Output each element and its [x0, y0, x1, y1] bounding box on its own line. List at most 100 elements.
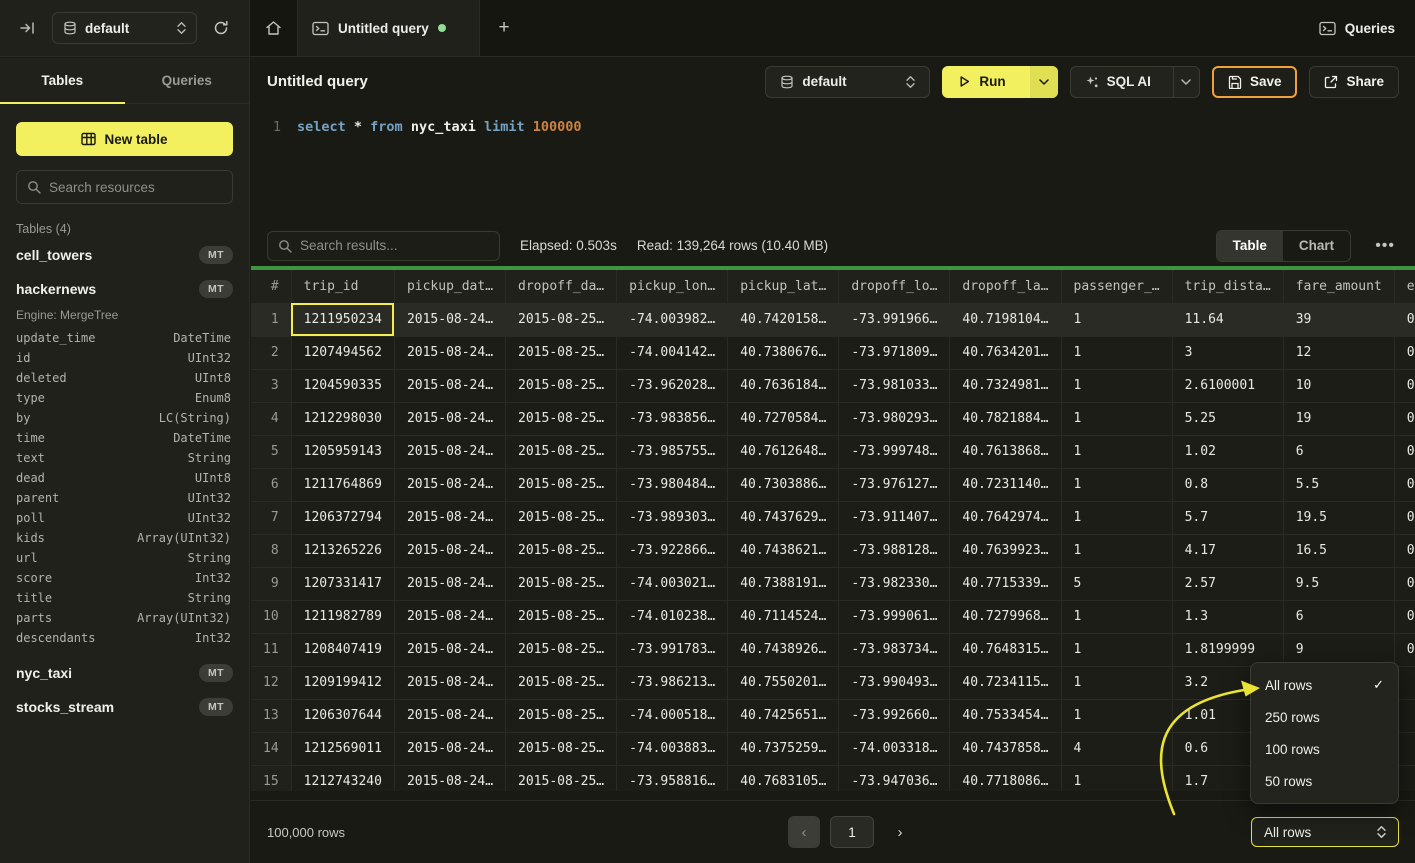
page-size-selector[interactable]: All rows: [1251, 817, 1399, 847]
prev-page-button[interactable]: ‹: [788, 816, 820, 848]
table-cell[interactable]: 0.5: [1394, 303, 1415, 336]
table-cell[interactable]: 1206307644: [291, 699, 394, 732]
table-cell[interactable]: -73.971809…: [839, 336, 950, 369]
table-cell[interactable]: 8: [251, 534, 291, 567]
table-cell[interactable]: -74.003021…: [617, 567, 728, 600]
table-cell[interactable]: -73.982330…: [839, 567, 950, 600]
sidebar-table-stocks_stream[interactable]: stocks_streamMT: [0, 690, 249, 724]
share-button[interactable]: Share: [1309, 66, 1399, 98]
table-cell[interactable]: 4: [1061, 732, 1172, 765]
table-cell[interactable]: 1: [1061, 468, 1172, 501]
table-cell[interactable]: 2015-08-24…: [394, 303, 505, 336]
table-cell[interactable]: 40.7613868…: [950, 435, 1061, 468]
table-cell[interactable]: 10: [251, 600, 291, 633]
table-cell[interactable]: 1: [1061, 402, 1172, 435]
table-cell[interactable]: 40.7639923…: [950, 534, 1061, 567]
table-cell[interactable]: 2015-08-24…: [394, 699, 505, 732]
table-cell[interactable]: 1: [1061, 369, 1172, 402]
table-cell[interactable]: 0.5: [1394, 501, 1415, 534]
table-cell[interactable]: 1: [1061, 501, 1172, 534]
table-cell[interactable]: -73.985755…: [617, 435, 728, 468]
table-cell[interactable]: 5.7: [1172, 501, 1283, 534]
column-header-#[interactable]: #: [251, 270, 291, 303]
table-cell[interactable]: 2015-08-24…: [394, 567, 505, 600]
schema-column-row[interactable]: parentUInt32: [0, 488, 249, 508]
run-options-chevron[interactable]: [1030, 66, 1058, 98]
table-cell[interactable]: 4.17: [1172, 534, 1283, 567]
column-header-fare_amount[interactable]: fare_amount: [1283, 270, 1394, 303]
table-cell[interactable]: 4: [251, 402, 291, 435]
table-cell[interactable]: 40.7303886…: [728, 468, 839, 501]
table-cell[interactable]: 40.7437629…: [728, 501, 839, 534]
table-cell[interactable]: 1205959143: [291, 435, 394, 468]
table-cell[interactable]: 19.5: [1283, 501, 1394, 534]
table-cell[interactable]: 2015-08-25…: [506, 699, 617, 732]
schema-column-row[interactable]: byLC(String): [0, 408, 249, 428]
table-cell[interactable]: -73.976127…: [839, 468, 950, 501]
table-cell[interactable]: 1: [1061, 600, 1172, 633]
sidebar-table-cell_towers[interactable]: cell_towersMT: [0, 238, 249, 272]
schema-column-row[interactable]: update_timeDateTime: [0, 328, 249, 348]
table-cell[interactable]: 40.7324981…: [950, 369, 1061, 402]
run-button[interactable]: Run: [942, 66, 1021, 98]
table-cell[interactable]: 9: [251, 567, 291, 600]
table-cell[interactable]: -73.980484…: [617, 468, 728, 501]
schema-column-row[interactable]: timeDateTime: [0, 428, 249, 448]
table-cell[interactable]: 6: [1283, 600, 1394, 633]
refresh-icon[interactable]: [207, 14, 235, 42]
table-cell[interactable]: 2015-08-24…: [394, 468, 505, 501]
table-cell[interactable]: 40.7821884…: [950, 402, 1061, 435]
table-cell[interactable]: 2015-08-24…: [394, 435, 505, 468]
table-cell[interactable]: 7: [251, 501, 291, 534]
table-cell[interactable]: -73.911407…: [839, 501, 950, 534]
schema-column-row[interactable]: pollUInt32: [0, 508, 249, 528]
table-cell[interactable]: 1211982789: [291, 600, 394, 633]
sidebar-tab-queries[interactable]: Queries: [125, 58, 250, 103]
table-cell[interactable]: 40.7380676…: [728, 336, 839, 369]
table-cell[interactable]: 40.7438926…: [728, 633, 839, 666]
table-cell[interactable]: 40.7425651…: [728, 699, 839, 732]
table-cell[interactable]: 2015-08-24…: [394, 600, 505, 633]
table-cell[interactable]: 40.7437858…: [950, 732, 1061, 765]
table-cell[interactable]: -74.000518…: [617, 699, 728, 732]
table-cell[interactable]: 1211764869: [291, 468, 394, 501]
table-cell[interactable]: 2015-08-24…: [394, 666, 505, 699]
table-cell[interactable]: -73.991966…: [839, 303, 950, 336]
table-cell[interactable]: 40.7420158…: [728, 303, 839, 336]
save-button[interactable]: Save: [1212, 66, 1298, 98]
table-cell[interactable]: 1208407419: [291, 633, 394, 666]
table-cell[interactable]: 1212569011: [291, 732, 394, 765]
table-cell[interactable]: 6: [251, 468, 291, 501]
database-selector[interactable]: default: [52, 12, 197, 44]
column-header-pickup_lat[interactable]: pickup_lat…: [728, 270, 839, 303]
table-cell[interactable]: -74.003318…: [839, 732, 950, 765]
table-cell[interactable]: 40.7375259…: [728, 732, 839, 765]
table-cell[interactable]: 40.7438621…: [728, 534, 839, 567]
table-cell[interactable]: 2015-08-25…: [506, 666, 617, 699]
table-cell[interactable]: 40.7231140…: [950, 468, 1061, 501]
table-cell[interactable]: 1: [1061, 534, 1172, 567]
table-cell[interactable]: 1.02: [1172, 435, 1283, 468]
table-cell[interactable]: 40.7648315…: [950, 633, 1061, 666]
table-cell[interactable]: -73.981033…: [839, 369, 950, 402]
schema-column-row[interactable]: urlString: [0, 548, 249, 568]
table-cell[interactable]: 3: [1172, 336, 1283, 369]
table-cell[interactable]: 2015-08-24…: [394, 765, 505, 791]
table-cell[interactable]: 2015-08-24…: [394, 402, 505, 435]
sql-ai-button[interactable]: SQL AI: [1071, 67, 1165, 97]
table-cell[interactable]: 9.5: [1283, 567, 1394, 600]
table-cell[interactable]: 0.5: [1394, 633, 1415, 666]
queries-button[interactable]: Queries: [1319, 21, 1395, 36]
table-cell[interactable]: 13: [251, 699, 291, 732]
schema-column-row[interactable]: idUInt32: [0, 348, 249, 368]
table-cell[interactable]: -74.010238…: [617, 600, 728, 633]
column-header-dropoff_la[interactable]: dropoff_la…: [950, 270, 1061, 303]
table-cell[interactable]: 2015-08-25…: [506, 633, 617, 666]
table-cell[interactable]: 1206372794: [291, 501, 394, 534]
view-tab-chart[interactable]: Chart: [1283, 231, 1350, 261]
column-header-trip_id[interactable]: trip_id: [291, 270, 394, 303]
column-header-pickup_dat[interactable]: pickup_dat…: [394, 270, 505, 303]
schema-column-row[interactable]: partsArray(UInt32): [0, 608, 249, 628]
table-cell[interactable]: 2015-08-25…: [506, 369, 617, 402]
table-cell[interactable]: 2015-08-24…: [394, 336, 505, 369]
